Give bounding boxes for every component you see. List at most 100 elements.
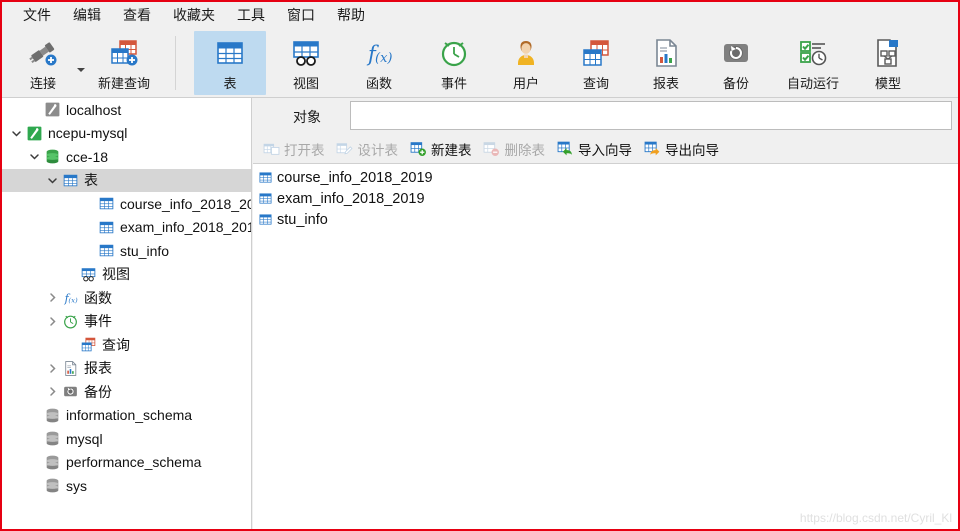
tree-item-[interactable]: 查询 xyxy=(2,333,251,357)
toolbar-button-query[interactable]: 查询 xyxy=(565,31,627,95)
automation-icon xyxy=(793,36,833,70)
menu-favorites[interactable]: 收藏夹 xyxy=(162,2,226,28)
connection-tree-sidebar[interactable]: localhost ncepu-mysql cce-18 表 course_info_2… xyxy=(2,98,252,529)
obj-button-delete-table: 删除表 xyxy=(480,137,552,161)
backup-icon xyxy=(716,36,756,70)
tree-item-label: 表 xyxy=(84,172,98,189)
menu-tools[interactable]: 工具 xyxy=(226,2,276,28)
tree-item-exam_info_2018_2019[interactable]: exam_info_2018_2019 xyxy=(2,216,251,240)
tree-item-information_schema[interactable]: information_schema xyxy=(2,404,251,428)
toolbar-button-label: 用户 xyxy=(512,76,539,91)
object-filter-input[interactable] xyxy=(350,101,952,130)
obj-button-label: 设计表 xyxy=(357,142,399,158)
object-toolbar: 打开表 设计表 新建表 删除表 导入向导 导出向导 xyxy=(253,134,958,164)
toolbar-button-new-query[interactable]: 新建查询 xyxy=(80,31,168,95)
list-item[interactable]: course_info_2018_2019 xyxy=(253,167,958,188)
toolbar-button-automation[interactable]: 自动运行 xyxy=(774,31,852,95)
obj-button-export-wizard[interactable]: 导出向导 xyxy=(640,137,725,161)
tab-objects[interactable]: 对象 xyxy=(268,100,346,133)
obj-button-label: 新建表 xyxy=(431,142,472,158)
obj-button-label: 导出向导 xyxy=(665,142,719,158)
toolbar-button-event[interactable]: 事件 xyxy=(418,31,490,95)
toolbar-button-model[interactable]: 模型 xyxy=(857,31,919,95)
toolbar-button-report[interactable]: 报表 xyxy=(636,31,696,95)
database-icon-gray xyxy=(42,454,62,471)
menu-window[interactable]: 窗口 xyxy=(276,2,326,28)
obj-button-import-wizard[interactable]: 导入向导 xyxy=(553,137,638,161)
report-icon xyxy=(646,36,686,70)
tree-item-label: performance_schema xyxy=(66,454,202,471)
database-icon-gray xyxy=(42,430,62,447)
tree-item-label: mysql xyxy=(66,430,103,447)
menu-edit[interactable]: 编辑 xyxy=(62,2,112,28)
tree-item-[interactable]: 表 xyxy=(2,168,251,192)
tree-item-mysql[interactable]: mysql xyxy=(2,427,251,451)
table-icon xyxy=(60,172,80,189)
chevron-right-icon[interactable] xyxy=(44,384,60,400)
view-icon xyxy=(78,266,98,283)
chevron-down-icon[interactable] xyxy=(8,125,24,141)
tree-item-course_info_2018_2019[interactable]: course_info_2018_2019 xyxy=(2,192,251,216)
menu-help[interactable]: 帮助 xyxy=(326,2,376,28)
list-item-label: exam_info_2018_2019 xyxy=(277,190,425,207)
list-item-label: stu_info xyxy=(277,211,328,228)
menu-file[interactable]: 文件 xyxy=(12,2,62,28)
query-icon xyxy=(78,336,98,353)
toolbar-button-label: 连接 xyxy=(29,76,56,91)
tree-item-ncepumysql[interactable]: ncepu-mysql xyxy=(2,122,251,146)
tab-strip: 对象 xyxy=(253,98,958,134)
design-table-icon xyxy=(335,140,355,157)
toolbar-button-connection[interactable]: 连接 xyxy=(14,31,72,95)
list-item[interactable]: stu_info xyxy=(253,209,958,230)
navicat-window: 文件 编辑 查看 收藏夹 工具 窗口 帮助 连接 新建查询表视图 f (x) 函数 事件 用户 查询 报表备… xyxy=(0,0,960,531)
user-icon xyxy=(506,36,546,70)
database-icon-gray xyxy=(42,477,62,494)
tree-item-localhost[interactable]: localhost xyxy=(2,98,251,122)
connection-icon-gray xyxy=(42,101,62,118)
tree-item-label: information_schema xyxy=(66,407,193,424)
tree-item-stu_info[interactable]: stu_info xyxy=(2,239,251,263)
list-item[interactable]: exam_info_2018_2019 xyxy=(253,188,958,209)
tree-item-label: 报表 xyxy=(84,360,112,377)
chevron-right-icon[interactable] xyxy=(44,313,60,329)
event-icon xyxy=(60,313,80,330)
toolbar-button-backup[interactable]: 备份 xyxy=(705,31,767,95)
toolbar-button-view[interactable]: 视图 xyxy=(270,31,342,95)
toolbar-button-label: 自动运行 xyxy=(786,76,839,91)
tree-item-cce18[interactable]: cce-18 xyxy=(2,145,251,169)
object-list[interactable]: course_info_2018_2019 exam_info_2018_2019… xyxy=(253,164,958,529)
tree-item-label: ncepu-mysql xyxy=(48,125,128,142)
main-panel: 对象 打开表 设计表 新建表 删除表 导入向导 导出向导 course_info_2018… xyxy=(253,98,958,529)
tree-item-label: sys xyxy=(66,477,87,494)
tree-item-label: exam_info_2018_2019 xyxy=(120,219,252,236)
tree-item-label: 备份 xyxy=(84,383,112,400)
svg-text:(x): (x) xyxy=(68,297,78,305)
toolbar-button-table[interactable]: 表 xyxy=(194,31,266,95)
toolbar-button-function[interactable]: f (x) 函数 xyxy=(346,31,412,95)
table-icon xyxy=(256,212,275,227)
chevron-down-icon[interactable] xyxy=(44,172,60,188)
chevron-right-icon[interactable] xyxy=(44,290,60,306)
tree-item-performance_schema[interactable]: performance_schema xyxy=(2,451,251,475)
obj-button-design-table: 设计表 xyxy=(333,137,405,161)
chevron-right-icon[interactable] xyxy=(44,360,60,376)
menu-view[interactable]: 查看 xyxy=(112,2,162,28)
tree-item-[interactable]: f (x) 函数 xyxy=(2,286,251,310)
tree-item-[interactable]: 视图 xyxy=(2,263,251,287)
tree-item-[interactable]: 报表 xyxy=(2,357,251,381)
database-icon-green xyxy=(42,148,62,165)
tree-item-sys[interactable]: sys xyxy=(2,474,251,498)
chevron-down-icon[interactable] xyxy=(77,68,85,72)
tree-item-[interactable]: 备份 xyxy=(2,380,251,404)
obj-button-new-table[interactable]: 新建表 xyxy=(406,137,478,161)
tree-item-[interactable]: 事件 xyxy=(2,310,251,334)
main-toolbar: 连接 新建查询 表 视图 f (x) 函数 事件 用户 查询 报表 备份 自动运行 模型 xyxy=(2,28,958,98)
toolbar-button-user[interactable]: 用户 xyxy=(496,31,556,95)
chevron-down-icon[interactable] xyxy=(26,149,42,165)
tree-item-label: 查询 xyxy=(102,336,130,353)
